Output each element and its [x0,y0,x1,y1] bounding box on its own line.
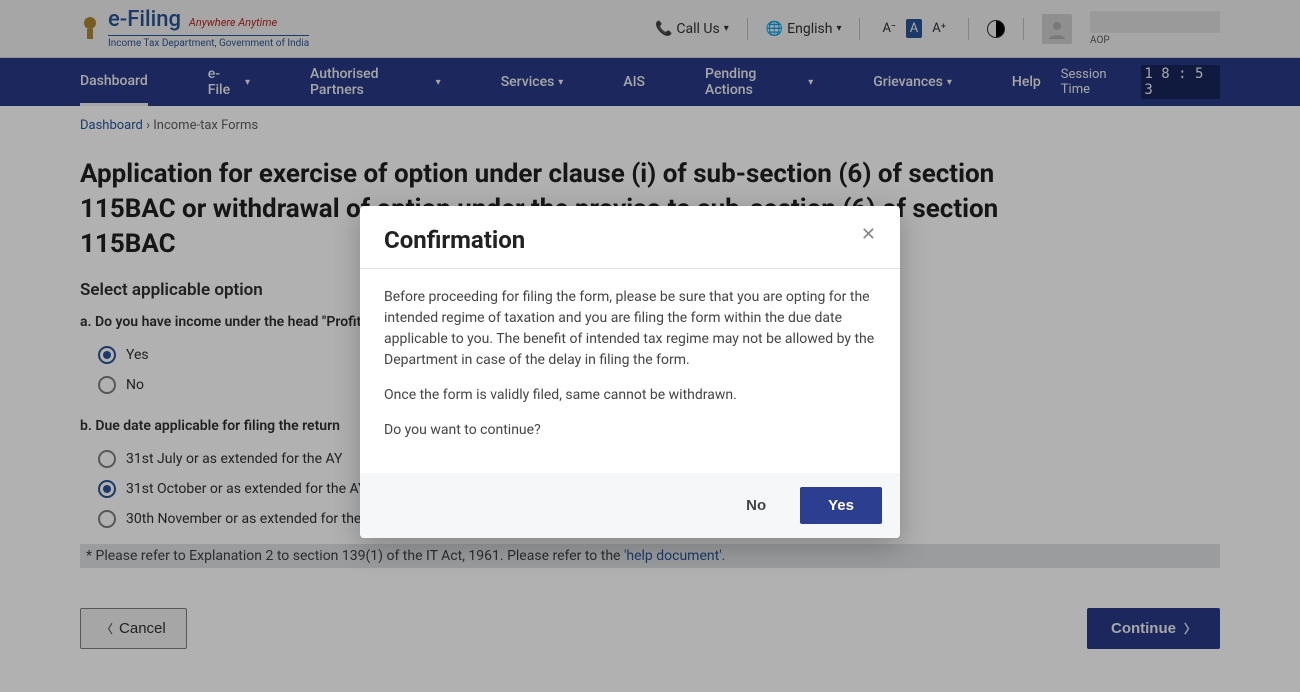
modal-paragraph-3: Do you want to continue? [384,420,876,441]
modal-no-button[interactable]: No [730,487,782,524]
confirmation-modal: Confirmation ✕ Before proceeding for fil… [360,206,900,538]
modal-footer: No Yes [360,473,900,538]
modal-title: Confirmation [384,226,525,254]
modal-yes-button[interactable]: Yes [800,487,882,524]
modal-overlay: Confirmation ✕ Before proceeding for fil… [0,0,1300,692]
modal-paragraph-1: Before proceeding for filing the form, p… [384,287,876,371]
modal-body: Before proceeding for filing the form, p… [360,269,900,473]
close-icon[interactable]: ✕ [861,226,876,244]
modal-paragraph-2: Once the form is validly filed, same can… [384,385,876,406]
